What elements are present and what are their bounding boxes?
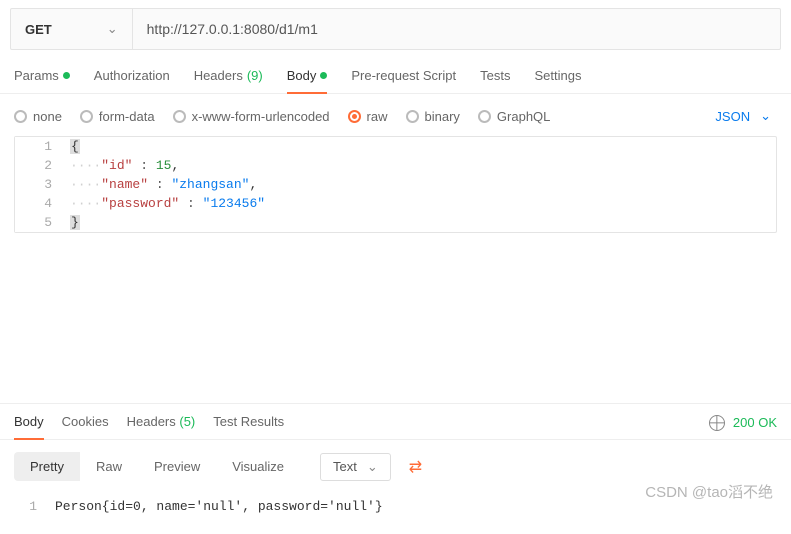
json-key: "name": [101, 177, 148, 192]
body-format-select[interactable]: JSON ⌄: [715, 108, 777, 124]
headers-count: (9): [247, 68, 263, 83]
response-body-text: Person{id=0, name='null', password='null…: [55, 497, 791, 516]
response-tabs: Body Cookies Headers (5) Test Results 20…: [0, 404, 791, 440]
status-code[interactable]: 200 OK: [733, 415, 777, 430]
json-value: "123456": [203, 196, 265, 211]
response-tab-test-results[interactable]: Test Results: [213, 414, 284, 439]
line-number: 1: [15, 137, 70, 156]
response-body-viewer[interactable]: 1 Person{id=0, name='null', password='nu…: [0, 493, 791, 526]
tab-authorization[interactable]: Authorization: [94, 68, 170, 93]
tab-headers[interactable]: Headers (9): [194, 68, 263, 93]
http-method-label: GET: [25, 22, 52, 37]
radio-icon: [406, 110, 419, 123]
radio-icon: [478, 110, 491, 123]
request-body-editor[interactable]: 1{ 2····"id" : 15, 3····"name" : "zhangs…: [14, 136, 777, 233]
view-raw-button[interactable]: Raw: [80, 452, 138, 481]
json-value: 15: [156, 158, 172, 173]
radio-formdata-label: form-data: [99, 109, 155, 124]
body-type-row: none form-data x-www-form-urlencoded raw…: [0, 94, 791, 136]
radio-checked-icon: [348, 110, 361, 123]
tab-headers-label: Headers: [194, 68, 243, 83]
response-format-select[interactable]: Text ⌄: [320, 453, 391, 481]
response-format-label: Text: [333, 459, 357, 474]
line-number: 3: [15, 175, 70, 194]
response-toolbar: Pretty Raw Preview Visualize Text ⌄ ⇄: [0, 440, 791, 493]
chevron-down-icon: ⌄: [367, 459, 378, 475]
response-panel: Body Cookies Headers (5) Test Results 20…: [0, 403, 791, 526]
response-tab-body[interactable]: Body: [14, 414, 44, 439]
radio-graphql[interactable]: GraphQL: [478, 109, 550, 124]
chevron-down-icon: ⌄: [760, 108, 771, 124]
radio-raw-label: raw: [367, 109, 388, 124]
http-method-select[interactable]: GET ⌄: [11, 9, 133, 49]
view-pretty-button[interactable]: Pretty: [14, 452, 80, 481]
tab-body[interactable]: Body: [287, 68, 328, 93]
tab-body-label: Body: [287, 68, 317, 83]
line-number: 4: [15, 194, 70, 213]
line-number: 5: [15, 213, 70, 232]
radio-none-label: none: [33, 109, 62, 124]
response-tab-headers[interactable]: Headers (5): [127, 414, 196, 439]
response-tab-cookies[interactable]: Cookies: [62, 414, 109, 439]
radio-none[interactable]: none: [14, 109, 62, 124]
json-value: "zhangsan": [171, 177, 249, 192]
json-key: "password": [101, 196, 179, 211]
radio-binary-label: binary: [425, 109, 460, 124]
response-status: 200 OK: [709, 415, 777, 439]
view-mode-segment: Pretty Raw Preview Visualize: [14, 452, 300, 481]
json-key: "id": [101, 158, 132, 173]
radio-xwww[interactable]: x-www-form-urlencoded: [173, 109, 330, 124]
dot-icon: [63, 72, 70, 79]
url-input[interactable]: [133, 9, 780, 49]
editor-content: 1{ 2····"id" : 15, 3····"name" : "zhangs…: [15, 137, 776, 232]
radio-xwww-label: x-www-form-urlencoded: [192, 109, 330, 124]
brace-close: }: [70, 215, 80, 230]
response-headers-count: (5): [179, 414, 195, 429]
body-format-label: JSON: [715, 109, 750, 124]
radio-binary[interactable]: binary: [406, 109, 460, 124]
chevron-down-icon: ⌄: [107, 21, 118, 37]
radio-icon: [173, 110, 186, 123]
view-visualize-button[interactable]: Visualize: [216, 452, 300, 481]
tab-params-label: Params: [14, 68, 59, 83]
radio-icon: [80, 110, 93, 123]
tab-settings[interactable]: Settings: [534, 68, 581, 93]
request-tabs: Params Authorization Headers (9) Body Pr…: [0, 50, 791, 94]
tab-params[interactable]: Params: [14, 68, 70, 93]
brace-open: {: [70, 139, 80, 154]
globe-icon[interactable]: [709, 415, 725, 431]
view-preview-button[interactable]: Preview: [138, 452, 216, 481]
dot-icon: [320, 72, 327, 79]
tab-prerequest[interactable]: Pre-request Script: [351, 68, 456, 93]
response-headers-label: Headers: [127, 414, 176, 429]
radio-raw[interactable]: raw: [348, 109, 388, 124]
line-number: 2: [15, 156, 70, 175]
radio-form-data[interactable]: form-data: [80, 109, 155, 124]
wrap-lines-icon[interactable]: ⇄: [409, 457, 422, 477]
request-url-bar: GET ⌄: [10, 8, 781, 50]
tab-tests[interactable]: Tests: [480, 68, 510, 93]
response-line-number: 1: [0, 497, 55, 516]
radio-icon: [14, 110, 27, 123]
radio-graphql-label: GraphQL: [497, 109, 550, 124]
